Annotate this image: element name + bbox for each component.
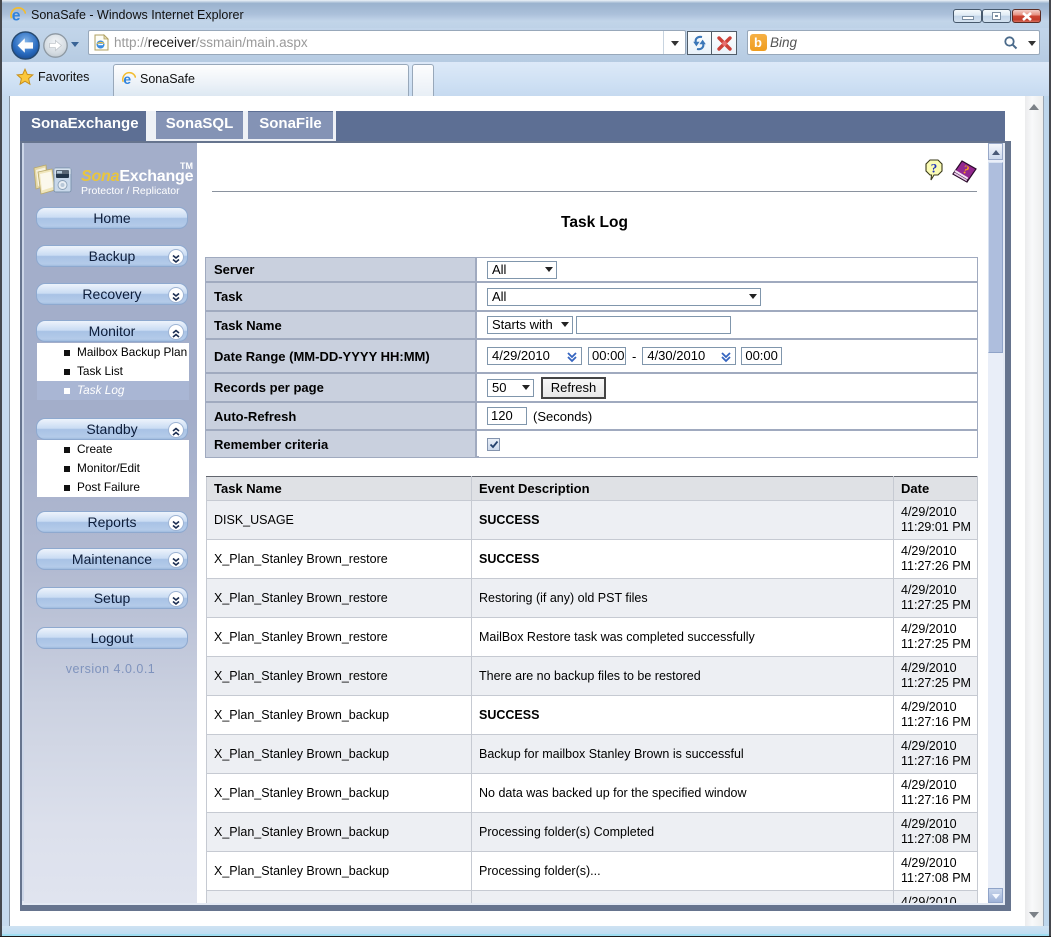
svg-text:?: ? <box>931 161 938 176</box>
